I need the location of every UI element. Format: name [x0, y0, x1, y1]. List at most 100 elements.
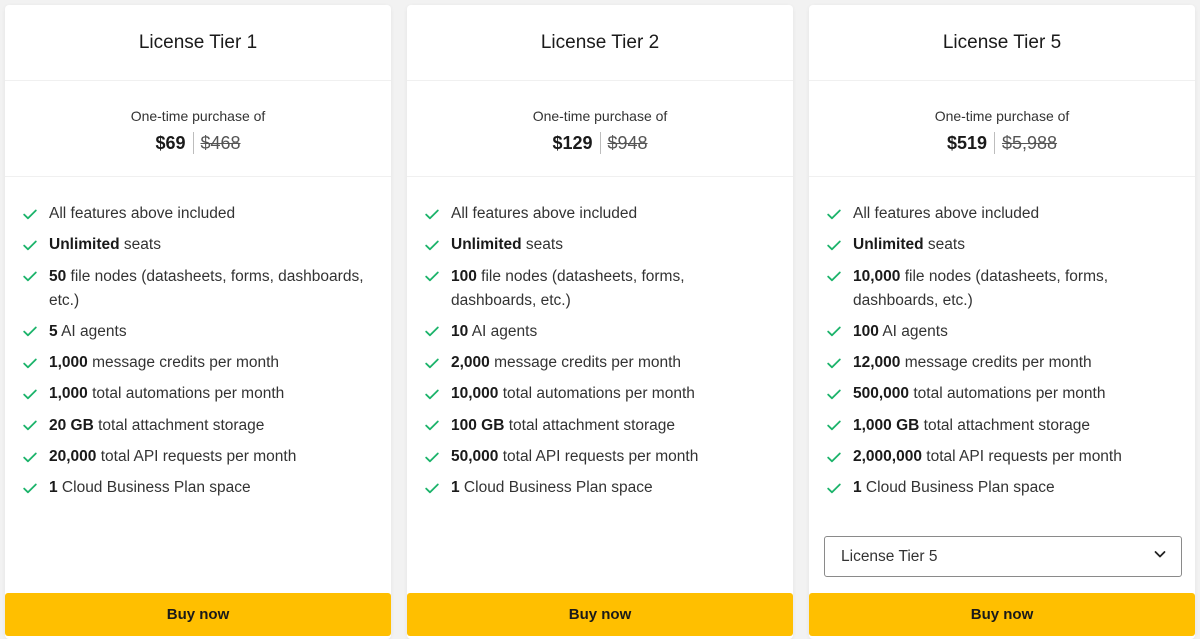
check-icon — [425, 476, 441, 500]
feature-description: message credits per month — [87, 354, 280, 372]
feature-item: 1 Cloud Business Plan space — [23, 476, 371, 500]
check-icon — [827, 445, 843, 469]
tier-select-dropdown[interactable]: License Tier 5 — [824, 536, 1182, 577]
feature-item: 10 AI agents — [425, 320, 773, 344]
feature-list: All features above included Unlimited sea… — [809, 177, 1195, 500]
check-icon — [425, 202, 441, 226]
feature-text: 20 GB total attachment storage — [49, 414, 264, 438]
feature-text: 1,000 GB total attachment storage — [853, 414, 1090, 438]
feature-item: 20,000 total API requests per month — [23, 445, 371, 469]
check-icon — [425, 414, 441, 438]
feature-text: Unlimited seats — [853, 233, 965, 257]
feature-list: All features above included Unlimited sea… — [407, 177, 793, 500]
feature-description: total attachment storage — [93, 416, 265, 434]
feature-item: 5 AI agents — [23, 320, 371, 344]
price-block: One-time purchase of $69 $468 — [5, 81, 391, 177]
feature-highlight: 1,000 — [49, 354, 88, 372]
feature-highlight: 50 — [49, 267, 67, 285]
feature-item: 10,000 total automations per month — [425, 382, 773, 406]
feature-description: seats — [521, 236, 563, 254]
feature-description: total automations per month — [87, 385, 285, 403]
check-icon — [23, 445, 39, 469]
feature-text: Unlimited seats — [451, 233, 563, 257]
feature-text: 10,000 total automations per month — [451, 382, 695, 406]
feature-item: All features above included — [827, 202, 1175, 226]
feature-text: All features above included — [451, 202, 637, 226]
feature-text: 1 Cloud Business Plan space — [853, 476, 1055, 500]
feature-text: 500,000 total automations per month — [853, 382, 1105, 406]
feature-highlight: 20,000 — [49, 448, 97, 466]
feature-item: Unlimited seats — [425, 233, 773, 257]
check-icon — [827, 351, 843, 375]
feature-description: message credits per month — [489, 354, 682, 372]
feature-highlight: 50,000 — [451, 448, 499, 466]
feature-description: total automations per month — [498, 385, 695, 403]
feature-highlight: 100 — [451, 267, 477, 285]
card-title: License Tier 5 — [809, 5, 1195, 81]
current-price: $69 — [155, 133, 186, 153]
feature-text: Unlimited seats — [49, 233, 161, 257]
feature-description: file nodes (datasheets, forms, dashboard… — [451, 267, 685, 309]
current-price: $129 — [552, 133, 593, 153]
feature-text: 1,000 total automations per month — [49, 382, 284, 406]
feature-text: 1 Cloud Business Plan space — [451, 476, 653, 500]
feature-description: All features above included — [451, 205, 638, 222]
feature-text: 20,000 total API requests per month — [49, 445, 296, 469]
feature-description: AI agents — [57, 322, 127, 340]
feature-highlight: 10,000 — [451, 385, 499, 403]
feature-text: All features above included — [853, 202, 1039, 226]
buy-now-button[interactable]: Buy now — [407, 593, 793, 636]
feature-highlight: 2,000 — [451, 354, 490, 372]
feature-description: All features above included — [853, 205, 1040, 222]
tier-select-value: License Tier 5 — [841, 547, 938, 565]
feature-description: message credits per month — [900, 354, 1092, 372]
feature-item: 1 Cloud Business Plan space — [425, 476, 773, 500]
check-icon — [425, 351, 441, 375]
feature-highlight: 10,000 — [853, 267, 901, 285]
feature-item: 50,000 total API requests per month — [425, 445, 773, 469]
feature-text: 1 Cloud Business Plan space — [49, 476, 251, 500]
feature-description: Cloud Business Plan space — [459, 479, 653, 497]
check-icon — [827, 233, 843, 257]
pricing-card-tier-1: License Tier 1 One-time purchase of $69 … — [5, 5, 391, 639]
check-icon — [23, 265, 39, 289]
feature-item: Unlimited seats — [23, 233, 371, 257]
feature-highlight: 1,000 GB — [853, 416, 920, 434]
feature-item: 100 file nodes (datasheets, forms, dashb… — [425, 265, 773, 313]
feature-item: Unlimited seats — [827, 233, 1175, 257]
check-icon — [827, 202, 843, 226]
feature-description: Cloud Business Plan space — [57, 479, 251, 497]
feature-description: seats — [119, 236, 161, 254]
feature-highlight: 1 — [451, 479, 460, 497]
feature-description: total API requests per month — [921, 448, 1122, 466]
check-icon — [23, 382, 39, 406]
check-icon — [425, 445, 441, 469]
check-icon — [827, 476, 843, 500]
buy-now-button[interactable]: Buy now — [5, 593, 391, 636]
feature-item: 1,000 message credits per month — [23, 351, 371, 375]
check-icon — [23, 476, 39, 500]
feature-item: 500,000 total automations per month — [827, 382, 1175, 406]
check-icon — [827, 320, 843, 344]
feature-description: AI agents — [878, 322, 948, 340]
feature-description: Cloud Business Plan space — [861, 479, 1055, 497]
feature-list: All features above included Unlimited sea… — [5, 177, 391, 500]
feature-text: 10,000 file nodes (datasheets, forms, da… — [853, 265, 1175, 313]
feature-text: 2,000,000 total API requests per month — [853, 445, 1122, 469]
feature-highlight: 100 GB — [451, 416, 505, 434]
check-icon — [425, 233, 441, 257]
buy-now-button[interactable]: Buy now — [809, 593, 1195, 636]
feature-description: total API requests per month — [96, 448, 297, 466]
original-price: $948 — [607, 133, 648, 153]
feature-item: 100 AI agents — [827, 320, 1175, 344]
feature-description: total API requests per month — [498, 448, 699, 466]
feature-text: 5 AI agents — [49, 320, 127, 344]
feature-item: All features above included — [23, 202, 371, 226]
card-title: License Tier 1 — [5, 5, 391, 81]
feature-description: total attachment storage — [504, 416, 676, 434]
check-icon — [23, 233, 39, 257]
feature-highlight: 500,000 — [853, 385, 910, 403]
feature-item: All features above included — [425, 202, 773, 226]
check-icon — [827, 265, 843, 289]
feature-highlight: 10 — [451, 322, 469, 340]
